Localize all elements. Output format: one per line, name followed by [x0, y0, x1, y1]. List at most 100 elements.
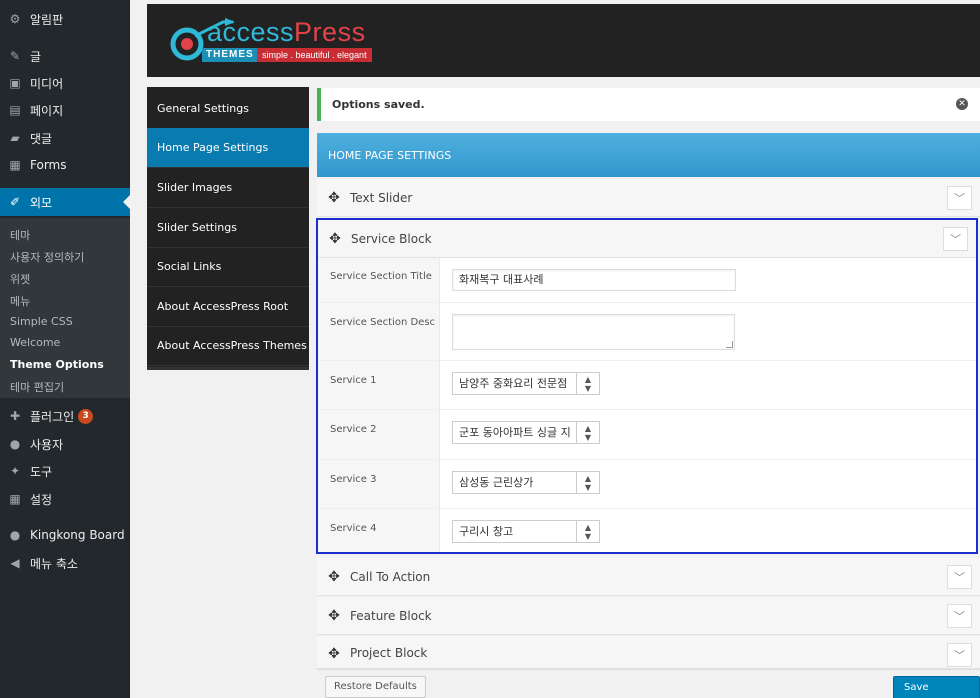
menu-label: 글 [30, 49, 42, 64]
tab-home-page-settings[interactable]: Home Page Settings [147, 128, 309, 168]
menu-label: 메뉴 축소 [30, 556, 78, 571]
tab-about-accesspress-themes[interactable]: About AccessPress Themes [147, 326, 309, 366]
service-1-select[interactable]: 남양주 중화요리 전문점 ▲ ▼ [452, 372, 600, 395]
menu-comments[interactable]: ▰ 댓글 [0, 125, 130, 151]
service-section-desc-textarea[interactable] [452, 314, 735, 350]
submenu-widgets[interactable]: 위젯 [10, 271, 30, 287]
logo-themes-label: THEMES [202, 48, 258, 62]
panel-feature-block[interactable]: ✥ Feature Block ﹀ [317, 597, 980, 635]
menu-label: 페이지 [30, 103, 64, 118]
menu-label: 댓글 [30, 131, 53, 146]
menu-kingkong-board[interactable]: ● Kingkong Board [0, 522, 130, 548]
service-4-select[interactable]: 구리시 창고 ▲ ▼ [452, 520, 600, 543]
logo-wordmark: accessPress [207, 17, 366, 47]
panel-service-block: ✥ Service Block ﹀ Service Section Title … [316, 218, 978, 554]
section-heading: HOME PAGE SETTINGS [317, 133, 980, 177]
field-row-service-3: Service 3 삼성동 근린상가 ▲ ▼ [318, 460, 976, 509]
submenu-menus[interactable]: 메뉴 [10, 293, 30, 309]
select-arrows-icon: ▲ ▼ [576, 373, 599, 394]
menu-label: 알림판 [30, 12, 64, 27]
field-label: Service 3 [330, 474, 377, 485]
comment-icon: ▰ [10, 131, 20, 145]
panel-title: Feature Block [350, 608, 432, 623]
chevron-down-icon[interactable]: ﹀ [947, 186, 972, 210]
submenu-simple-css[interactable]: Simple CSS [10, 315, 73, 328]
appearance-icon: ✐ [9, 195, 21, 209]
menu-posts[interactable]: ✎ 글 [0, 43, 130, 69]
save-options-button[interactable]: Save Options [893, 676, 980, 698]
tab-social-links[interactable]: Social Links [147, 247, 309, 287]
service-section-title-input[interactable]: 화재복구 대표사례 [452, 269, 736, 291]
media-icon: ▣ [9, 76, 21, 90]
menu-label: 플러그인 [30, 409, 75, 424]
pin-icon: ✎ [9, 49, 21, 63]
field-row-service-4: Service 4 구리시 창고 ▲ ▼ [318, 509, 976, 552]
resize-handle-icon[interactable] [726, 341, 733, 348]
menu-collapse[interactable]: ◀ 메뉴 축소 [0, 550, 130, 576]
field-label: Service Section Desc [330, 317, 436, 328]
field-label: Service 2 [330, 424, 377, 435]
panel-title: Service Block [351, 231, 432, 246]
tab-slider-images[interactable]: Slider Images [147, 168, 309, 208]
menu-settings[interactable]: ▦ 설정 [0, 486, 130, 512]
panel-call-to-action[interactable]: ✥ Call To Action ﹀ [317, 558, 980, 596]
service-3-select[interactable]: 삼성동 근린상가 ▲ ▼ [452, 471, 600, 494]
move-icon: ✥ [328, 189, 340, 206]
chevron-down-icon[interactable]: ﹀ [943, 227, 968, 251]
panel-project-block[interactable]: ✥ Project Block ﹀ [317, 636, 980, 669]
restore-defaults-button[interactable]: Restore Defaults [325, 676, 426, 698]
tab-slider-settings[interactable]: Slider Settings [147, 208, 309, 248]
submenu-customize[interactable]: 사용자 정의하기 [10, 249, 84, 265]
notice-text: Options saved. [332, 98, 425, 111]
submenu-theme-editor[interactable]: 테마 편집기 [10, 379, 64, 395]
submenu-theme-options[interactable]: Theme Options [10, 358, 104, 371]
page-icon: ▤ [9, 103, 21, 117]
submenu-themes[interactable]: 테마 [10, 227, 30, 243]
service-2-select[interactable]: 군포 동아아파트 싱글 지 ▲ ▼ [452, 421, 600, 444]
panel-title: Text Slider [350, 190, 413, 205]
panel-service-block-header[interactable]: ✥ Service Block ﹀ [318, 220, 976, 258]
user-icon: ● [9, 437, 21, 451]
options-saved-notice: Options saved. ✕ [317, 88, 980, 121]
submenu-welcome[interactable]: Welcome [10, 336, 60, 349]
menu-pages[interactable]: ▤ 페이지 [0, 97, 130, 123]
chevron-down-icon[interactable]: ﹀ [947, 604, 972, 628]
update-count-badge: 3 [78, 408, 94, 424]
menu-users[interactable]: ● 사용자 [0, 431, 130, 457]
menu-label: 사용자 [30, 437, 64, 452]
menu-label: 도구 [30, 464, 53, 479]
menu-label: 설정 [30, 492, 53, 507]
menu-forms[interactable]: ▦ Forms [0, 152, 130, 178]
move-icon: ✥ [329, 230, 341, 247]
move-icon: ✥ [328, 568, 340, 585]
plugin-icon: ✚ [9, 409, 21, 423]
logo-tagline: simple . beautiful . elegant [257, 48, 372, 62]
forms-icon: ▦ [9, 158, 21, 172]
select-arrows-icon: ▲ ▼ [576, 422, 599, 443]
menu-plugins[interactable]: ✚ 플러그인 3 [0, 403, 130, 429]
field-row-service-1: Service 1 남양주 중화요리 전문점 ▲ ▼ [318, 361, 976, 410]
options-footer-bar: Restore Defaults Save Options [317, 669, 980, 698]
menu-label: Kingkong Board [30, 528, 125, 542]
menu-label: Forms [30, 158, 67, 172]
field-label: Service 4 [330, 523, 377, 534]
appearance-submenu: 테마 사용자 정의하기 위젯 메뉴 Simple CSS Welcome The… [0, 218, 130, 398]
chevron-down-icon[interactable]: ﹀ [947, 643, 972, 667]
options-tab-nav: General Settings Home Page Settings Slid… [147, 87, 309, 370]
field-label: Service Section Title [330, 271, 432, 282]
kingkong-icon: ● [9, 528, 21, 542]
dismiss-icon[interactable]: ✕ [956, 98, 968, 110]
menu-tools[interactable]: ✦ 도구 [0, 458, 130, 484]
menu-appearance[interactable]: ✐ 외모 [0, 188, 130, 216]
panel-text-slider[interactable]: ✥ Text Slider ﹀ [317, 179, 980, 217]
field-row-service-2: Service 2 군포 동아아파트 싱글 지 ▲ ▼ [318, 410, 976, 460]
field-row-section-title: Service Section Title 화재복구 대표사례 [318, 258, 976, 303]
tab-general-settings[interactable]: General Settings [147, 89, 309, 129]
menu-media[interactable]: ▣ 미디어 [0, 70, 130, 96]
menu-dashboard[interactable]: ⚙ 알림판 [0, 6, 130, 32]
chevron-down-icon[interactable]: ﹀ [947, 565, 972, 589]
dashboard-icon: ⚙ [9, 12, 21, 26]
panel-title: Call To Action [350, 569, 431, 584]
tab-about-accesspress-root[interactable]: About AccessPress Root [147, 287, 309, 327]
select-arrows-icon: ▲ ▼ [576, 521, 599, 542]
